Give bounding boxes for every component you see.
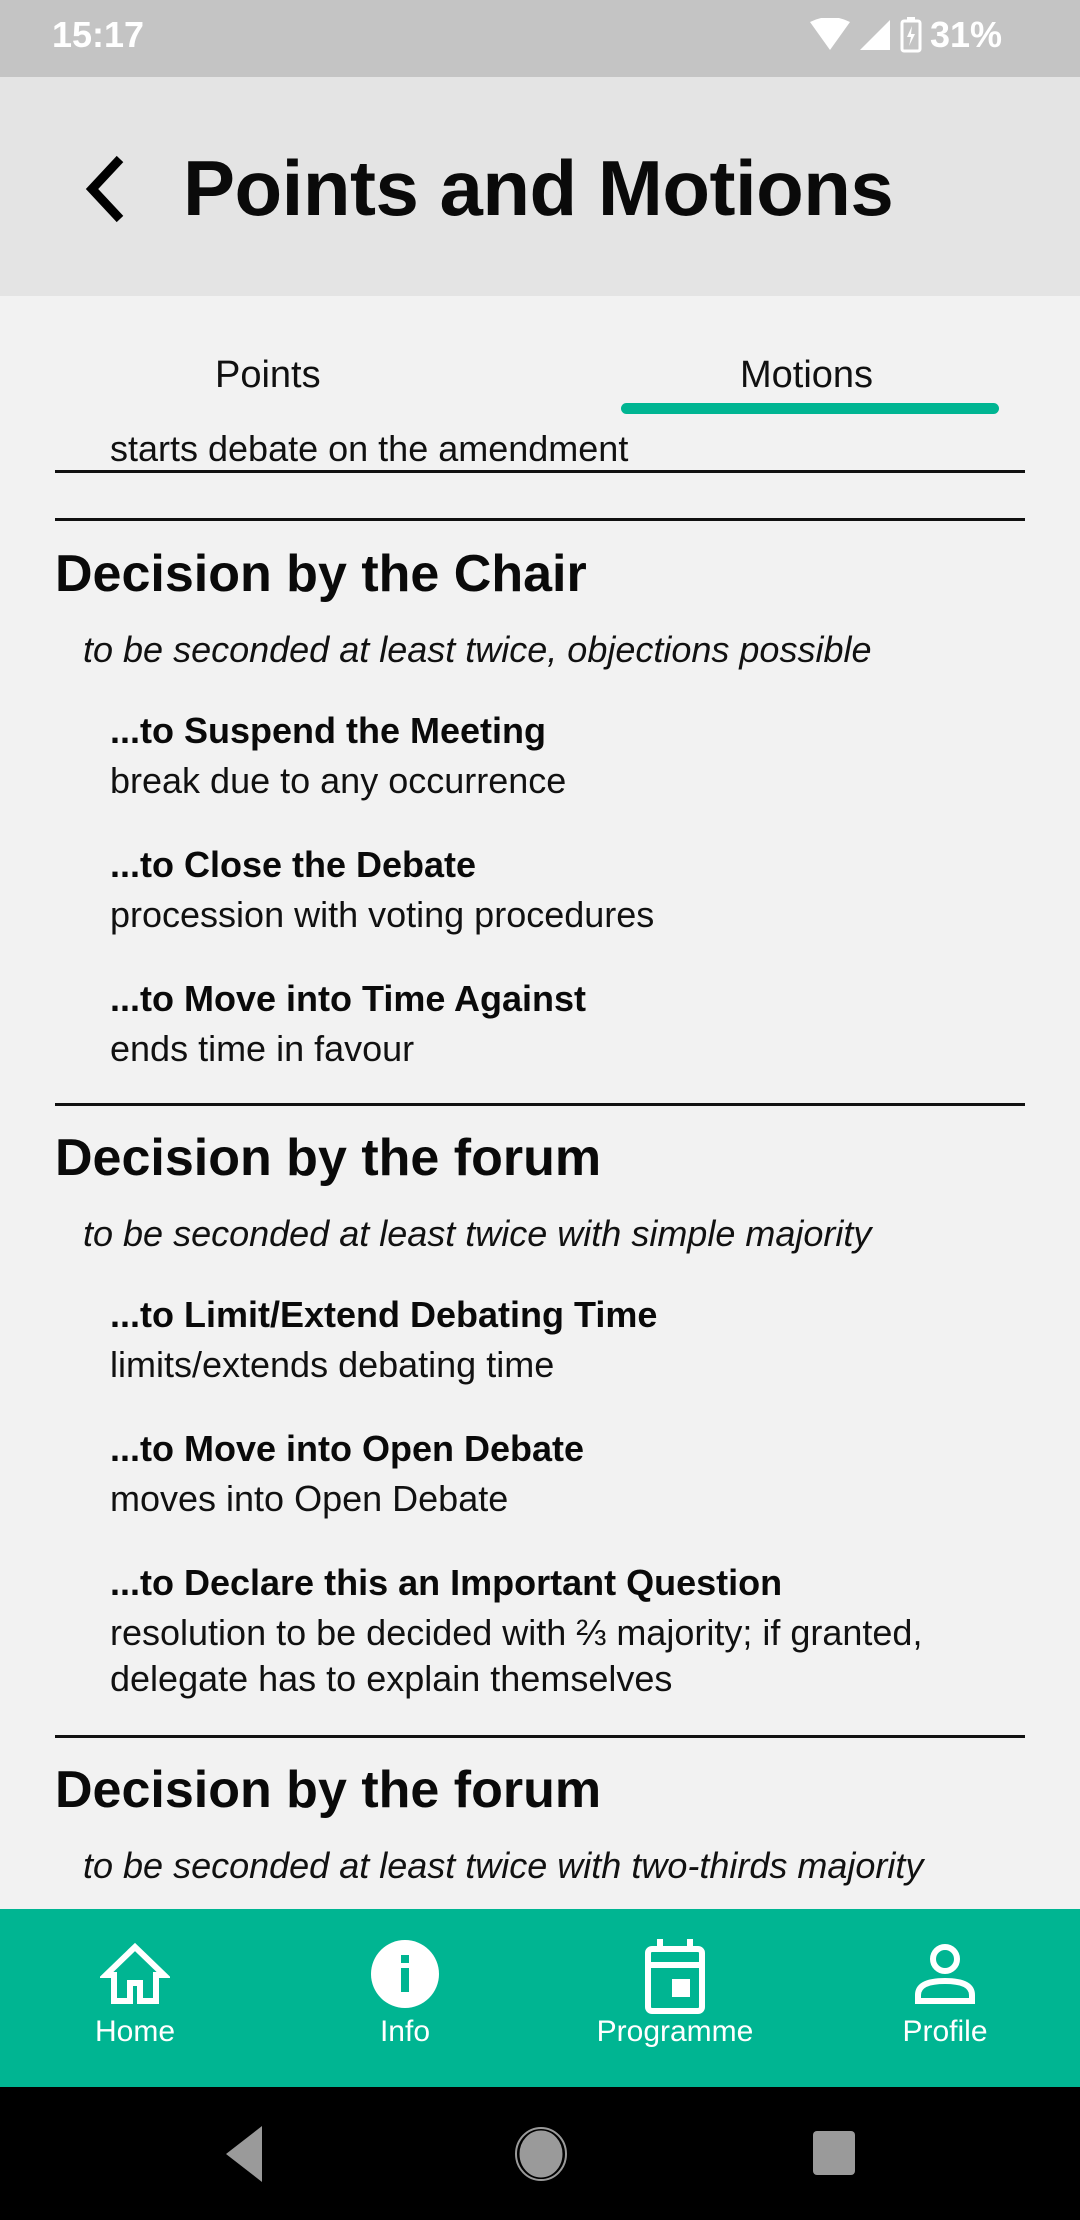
nav-home-label: Home xyxy=(94,2015,176,2048)
nav-info[interactable]: Info xyxy=(270,1909,540,2087)
motion-desc: limits/extends debating time xyxy=(110,1344,555,1385)
motion-desc: procession with voting procedures xyxy=(110,894,655,935)
motion-title: ...to Declare this an Important Question xyxy=(110,1562,783,1603)
person-icon xyxy=(915,1944,975,2004)
divider xyxy=(55,470,1025,473)
calendar-icon xyxy=(645,1939,705,2014)
section-subtitle: to be seconded at least twice, objection… xyxy=(83,629,872,670)
bottom-navigation: Home Info Programme Profile xyxy=(0,1909,1080,2087)
status-time: 15:17 xyxy=(52,14,145,55)
nav-info-label: Info xyxy=(379,2015,431,2048)
tab-points[interactable]: Points xyxy=(215,354,321,397)
tab-motions[interactable]: Motions xyxy=(740,354,873,397)
motion-title: ...to Close the Debate xyxy=(110,844,477,885)
system-recents-icon[interactable] xyxy=(813,2131,855,2175)
nav-profile[interactable]: Profile xyxy=(810,1909,1080,2087)
section-heading: Decision by the Chair xyxy=(55,545,587,603)
wifi-icon xyxy=(809,18,850,50)
motion-desc: break due to any occurrence xyxy=(110,760,567,801)
back-arrow-icon[interactable] xyxy=(78,149,138,229)
cutoff-item-desc: starts debate on the amendment xyxy=(110,428,629,469)
section-heading: Decision by the forum xyxy=(55,1129,602,1187)
tab-indicator xyxy=(621,403,999,414)
motion-desc: moves into Open Debate xyxy=(110,1478,509,1519)
system-home-icon[interactable] xyxy=(515,2127,567,2181)
status-icons: 31% xyxy=(809,14,1002,56)
battery-charging-icon xyxy=(900,17,922,53)
home-icon xyxy=(100,1942,170,2004)
motion-desc: resolution to be decided with ⅔ majority… xyxy=(110,1612,923,1699)
signal-icon xyxy=(859,20,890,50)
nav-programme[interactable]: Programme xyxy=(540,1909,810,2087)
info-icon xyxy=(371,1940,439,2008)
tab-bar: Points Motions xyxy=(0,296,1080,426)
nav-programme-label: Programme xyxy=(596,2015,754,2048)
section-subtitle: to be seconded at least twice with simpl… xyxy=(83,1213,872,1254)
motion-title: ...to Limit/Extend Debating Time xyxy=(110,1294,658,1335)
section-subtitle: to be seconded at least twice with two-t… xyxy=(83,1845,924,1886)
battery-percent: 31% xyxy=(929,14,1002,55)
app-bar: Points and Motions xyxy=(0,77,1080,296)
motion-title: ...to Move into Open Debate xyxy=(110,1428,585,1469)
page-title: Points and Motions xyxy=(183,144,894,232)
divider xyxy=(55,1735,1025,1738)
divider xyxy=(55,518,1025,521)
system-back-icon[interactable] xyxy=(222,2124,266,2184)
nav-profile-label: Profile xyxy=(902,2015,988,2048)
motion-title: ...to Move into Time Against xyxy=(110,978,587,1019)
motion-title: ...to Suspend the Meeting xyxy=(110,710,547,751)
status-bar: 15:17 31% xyxy=(0,0,1080,77)
section-heading: Decision by the forum xyxy=(55,1761,602,1819)
motion-desc: ends time in favour xyxy=(110,1028,415,1069)
nav-home[interactable]: Home xyxy=(0,1909,270,2087)
system-navigation-bar xyxy=(0,2087,1080,2220)
divider xyxy=(55,1103,1025,1106)
motions-list[interactable]: starts debate on the amendment Decision … xyxy=(0,426,1080,1909)
